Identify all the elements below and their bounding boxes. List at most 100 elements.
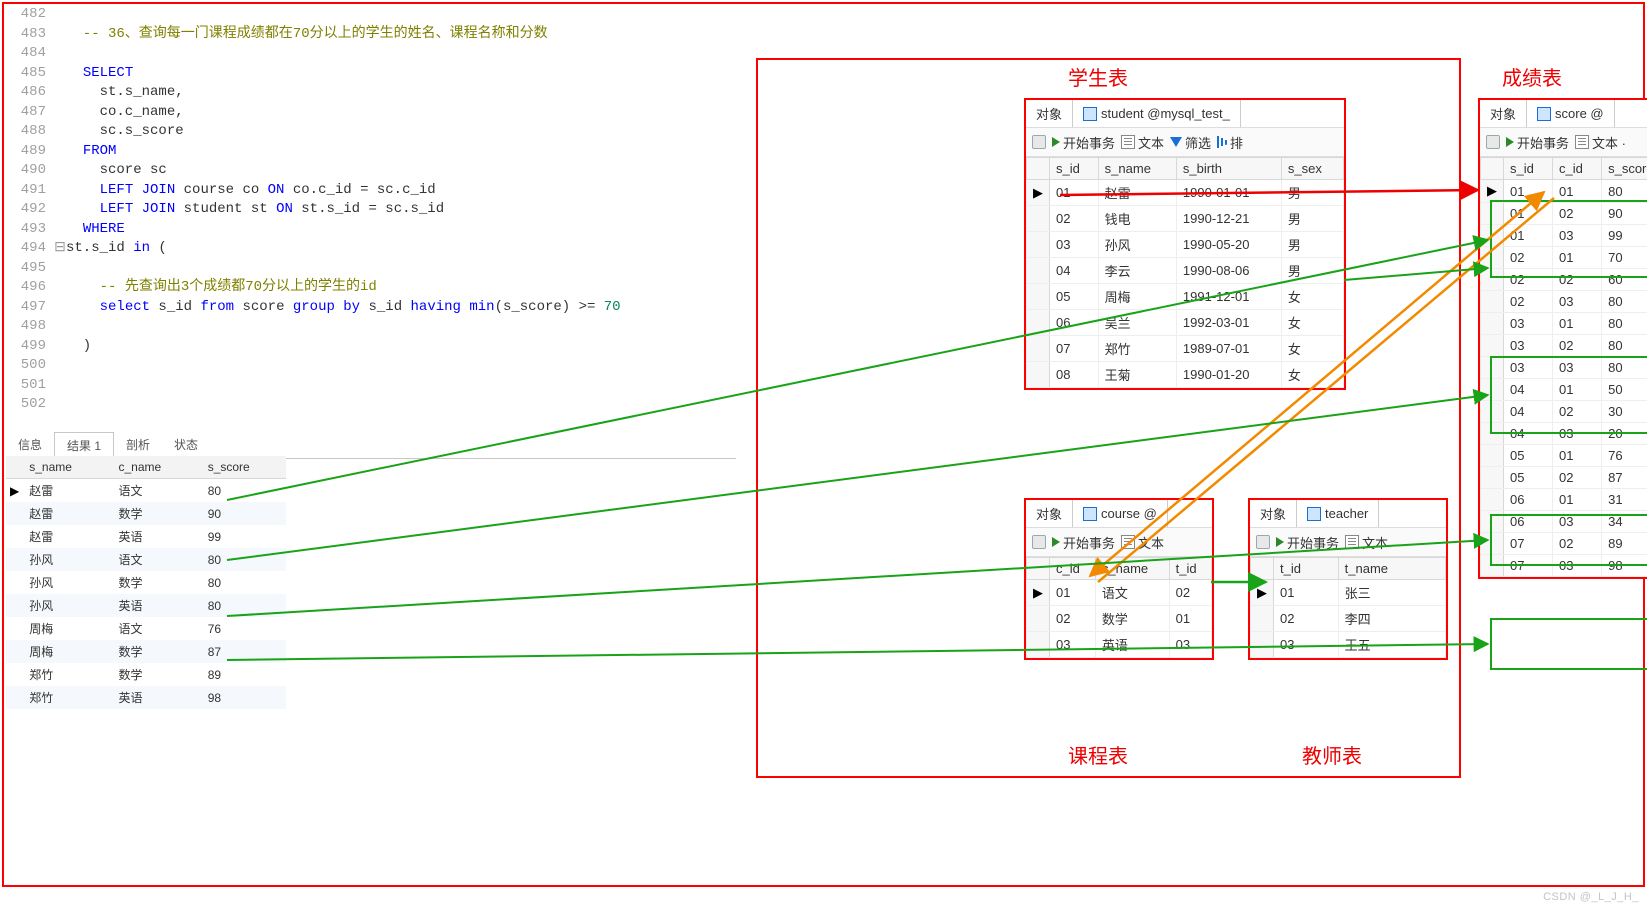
fold-mark[interactable]: ⊟	[54, 239, 66, 259]
cell[interactable]: 李云	[1098, 258, 1176, 284]
code-text[interactable]	[66, 317, 746, 337]
cell[interactable]: 02	[1553, 335, 1602, 357]
fold-mark[interactable]	[54, 103, 66, 123]
cell[interactable]: 03	[1553, 357, 1602, 379]
tab-status[interactable]: 状态	[162, 432, 210, 458]
cell[interactable]: 01	[1553, 489, 1602, 511]
cell[interactable]: 男	[1281, 258, 1343, 284]
code-text[interactable]: -- 36、查询每一门课程成绩都在70分以上的学生的姓名、课程名称和分数	[66, 25, 746, 45]
cell[interactable]: 语文	[108, 479, 197, 503]
cell[interactable]: 80	[198, 594, 286, 617]
cell[interactable]: 80	[198, 479, 286, 503]
cell[interactable]: 语文	[1095, 580, 1169, 606]
cell[interactable]: 76	[1602, 445, 1647, 467]
fold-mark[interactable]	[54, 64, 66, 84]
cell[interactable]: 05	[1504, 445, 1553, 467]
cell[interactable]: 数学	[1095, 606, 1169, 632]
cell[interactable]: 34	[1602, 511, 1647, 533]
cell[interactable]: 周梅	[19, 640, 108, 663]
fold-mark[interactable]	[54, 181, 66, 201]
cell[interactable]: 30	[1602, 401, 1647, 423]
code-line[interactable]: 493 WHERE	[6, 220, 746, 240]
fold-mark[interactable]	[54, 356, 66, 376]
cell[interactable]: 99	[1602, 225, 1647, 247]
cell[interactable]: 数学	[108, 640, 197, 663]
begin-tx-button[interactable]: 开始事务	[1052, 133, 1115, 152]
code-line[interactable]: 497 select s_id from score group by s_id…	[6, 298, 746, 318]
cell[interactable]: 02	[1504, 269, 1553, 291]
cell[interactable]: 80	[1602, 335, 1647, 357]
cell[interactable]: 01	[1553, 180, 1602, 203]
code-line[interactable]: 486 st.s_name,	[6, 83, 746, 103]
cell[interactable]: 06	[1504, 489, 1553, 511]
code-line[interactable]: 484	[6, 44, 746, 64]
data-row[interactable]: 050287	[1481, 467, 1647, 489]
cell[interactable]: 英语	[108, 686, 197, 709]
data-row[interactable]: 010290	[1481, 203, 1647, 225]
code-text[interactable]	[66, 44, 746, 64]
cell[interactable]: 英语	[1095, 632, 1169, 658]
cell[interactable]: 87	[198, 640, 286, 663]
cell[interactable]: 1989-07-01	[1176, 336, 1281, 362]
cell[interactable]: 王五	[1338, 632, 1445, 658]
cell[interactable]: 80	[1602, 313, 1647, 335]
data-row[interactable]: 040230	[1481, 401, 1647, 423]
data-row[interactable]: 05周梅1991-12-01女	[1027, 284, 1344, 310]
cell[interactable]: 70	[1602, 247, 1647, 269]
code-line[interactable]: 495	[6, 259, 746, 279]
result-row[interactable]: 郑竹数学89	[6, 663, 286, 686]
cell[interactable]: 03	[1553, 555, 1602, 577]
cell[interactable]: 女	[1281, 362, 1343, 388]
cell[interactable]: 87	[1602, 467, 1647, 489]
cell[interactable]: 郑竹	[19, 686, 108, 709]
data-row[interactable]: ▶01赵雷1990-01-01男	[1027, 180, 1344, 206]
column-header[interactable]: t_id	[1274, 558, 1339, 580]
cell[interactable]: 03	[1553, 511, 1602, 533]
column-header[interactable]: c_name	[108, 456, 197, 479]
cell[interactable]: 89	[1602, 533, 1647, 555]
cell[interactable]: 王菊	[1098, 362, 1176, 388]
db-icon-btn[interactable]	[1256, 535, 1270, 549]
cell[interactable]: 98	[1602, 555, 1647, 577]
code-text[interactable]: LEFT JOIN course co ON co.c_id = sc.c_id	[66, 181, 746, 201]
column-header[interactable]: s_score	[198, 456, 286, 479]
cell[interactable]: 01	[1504, 203, 1553, 225]
code-text[interactable]: st.s_id in (	[66, 239, 746, 259]
tab-table[interactable]: course @	[1072, 500, 1168, 527]
code-text[interactable]: FROM	[66, 142, 746, 162]
result-row[interactable]: ▶赵雷语文80	[6, 479, 286, 503]
begin-tx-button[interactable]: 开始事务	[1506, 133, 1569, 152]
cell[interactable]: 01	[1553, 247, 1602, 269]
cell[interactable]: 02	[1504, 291, 1553, 313]
data-row[interactable]: 040320	[1481, 423, 1647, 445]
fold-mark[interactable]	[54, 337, 66, 357]
data-row[interactable]: 02钱电1990-12-21男	[1027, 206, 1344, 232]
tab-object[interactable]: 对象	[1480, 100, 1526, 127]
cell[interactable]: 01	[1553, 379, 1602, 401]
cell[interactable]: 英语	[108, 525, 197, 548]
cell[interactable]: 01	[1050, 180, 1099, 206]
cell[interactable]: 1990-12-21	[1176, 206, 1281, 232]
fold-mark[interactable]	[54, 220, 66, 240]
cell[interactable]: 李四	[1338, 606, 1445, 632]
result-row[interactable]: 赵雷英语99	[6, 525, 286, 548]
sort-button[interactable]: 排	[1217, 133, 1243, 152]
cell[interactable]: 赵雷	[19, 502, 108, 525]
code-line[interactable]: 491 LEFT JOIN course co ON co.c_id = sc.…	[6, 181, 746, 201]
fold-mark[interactable]	[54, 5, 66, 25]
cell[interactable]: 01	[1553, 313, 1602, 335]
data-row[interactable]: 03英语03	[1027, 632, 1212, 658]
cell[interactable]: 数学	[108, 663, 197, 686]
data-row[interactable]: 070398	[1481, 555, 1647, 577]
cell[interactable]: 50	[1602, 379, 1647, 401]
cell[interactable]: 07	[1050, 336, 1099, 362]
cell[interactable]: 99	[198, 525, 286, 548]
cell[interactable]: 07	[1504, 555, 1553, 577]
fold-mark[interactable]	[54, 395, 66, 415]
cell[interactable]: 02	[1169, 580, 1211, 606]
text-button[interactable]: 文本	[1121, 133, 1164, 152]
cell[interactable]: 03	[1553, 225, 1602, 247]
cell[interactable]: 01	[1553, 445, 1602, 467]
cell[interactable]: 07	[1504, 533, 1553, 555]
cell[interactable]: 02	[1050, 606, 1096, 632]
